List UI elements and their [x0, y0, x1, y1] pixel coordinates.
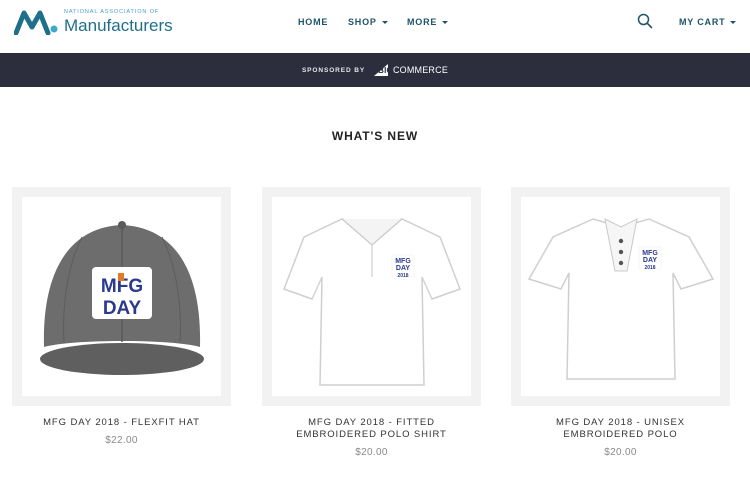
- nav-more-label: MORE: [407, 17, 438, 27]
- nav-cart[interactable]: MY CART: [679, 17, 737, 27]
- site-header: NATIONAL ASSOCIATION OF Manufacturers HO…: [0, 0, 750, 53]
- product-image-frame: MFG DAY 2018: [262, 187, 481, 406]
- nav-more[interactable]: MORE: [407, 17, 449, 27]
- nav-home-label: HOME: [298, 17, 329, 27]
- polo2-logo-line1: MFG: [642, 250, 658, 257]
- bigcommerce-logo[interactable]: BIG COMMERCE: [373, 63, 448, 77]
- polo2-logo-line2: DAY: [643, 257, 657, 264]
- product-price: $20.00: [604, 447, 637, 458]
- logo-tagline: NATIONAL ASSOCIATION OF: [64, 8, 160, 15]
- nav-shop[interactable]: SHOP: [348, 17, 388, 27]
- product-image-frame: MFG DAY 2018: [511, 187, 730, 406]
- polo-logo-line1: MFG: [395, 258, 411, 265]
- product-image[interactable]: MFG DAY 2018: [521, 197, 720, 396]
- product-price: $20.00: [355, 447, 388, 458]
- polo-logo-year: 2018: [397, 273, 408, 279]
- section-title: WHAT'S NEW: [331, 129, 419, 143]
- product-title[interactable]: MFG DAY 2018 - UNISEX EMBROIDERED POLO: [511, 417, 730, 441]
- polo-logo-line2: DAY: [396, 265, 410, 272]
- white-polo-unisex-icon: MFG DAY 2018: [527, 218, 715, 380]
- bigcommerce-commerce: COMMERCE: [392, 65, 449, 75]
- white-polo-icon: MFG DAY 2018: [283, 218, 461, 386]
- product-price: $22.00: [105, 435, 138, 446]
- product-image[interactable]: MFG DAY: [22, 197, 221, 396]
- product-title[interactable]: MFG DAY 2018 - FITTED EMBROIDERED POLO S…: [262, 417, 481, 441]
- product-image-frame: MFG DAY: [12, 187, 231, 406]
- polo2-logo-year: 2018: [644, 265, 655, 271]
- cap-logo-line2: DAY: [103, 298, 142, 319]
- gray-cap-icon: MFG DAY: [40, 221, 204, 375]
- nav-home[interactable]: HOME: [298, 17, 328, 27]
- product-card[interactable]: MFG DAY MFG DAY 2018 - FLEXFIT HAT $22.0…: [12, 187, 231, 446]
- sponsor-label: SPONSORED BY: [301, 66, 366, 74]
- chevron-down-icon: [381, 20, 388, 24]
- nav-shop-label: SHOP: [348, 17, 377, 27]
- bigcommerce-big: BIG: [378, 65, 393, 75]
- nav-cart-label: MY CART: [679, 17, 726, 27]
- chevron-down-icon: [730, 20, 737, 24]
- product-title[interactable]: MFG DAY 2018 - FLEXFIT HAT: [12, 417, 231, 429]
- product-card[interactable]: MFG DAY 2018 MFG DAY 2018 - FITTED EMBRO…: [262, 187, 481, 458]
- sponsor-bar: SPONSORED BY BIG COMMERCE: [0, 53, 750, 87]
- search-icon[interactable]: [637, 13, 653, 29]
- chevron-down-icon: [442, 20, 449, 24]
- product-image[interactable]: MFG DAY 2018: [272, 197, 471, 396]
- product-card[interactable]: MFG DAY 2018 MFG DAY 2018 - UNISEX EMBRO…: [511, 187, 730, 458]
